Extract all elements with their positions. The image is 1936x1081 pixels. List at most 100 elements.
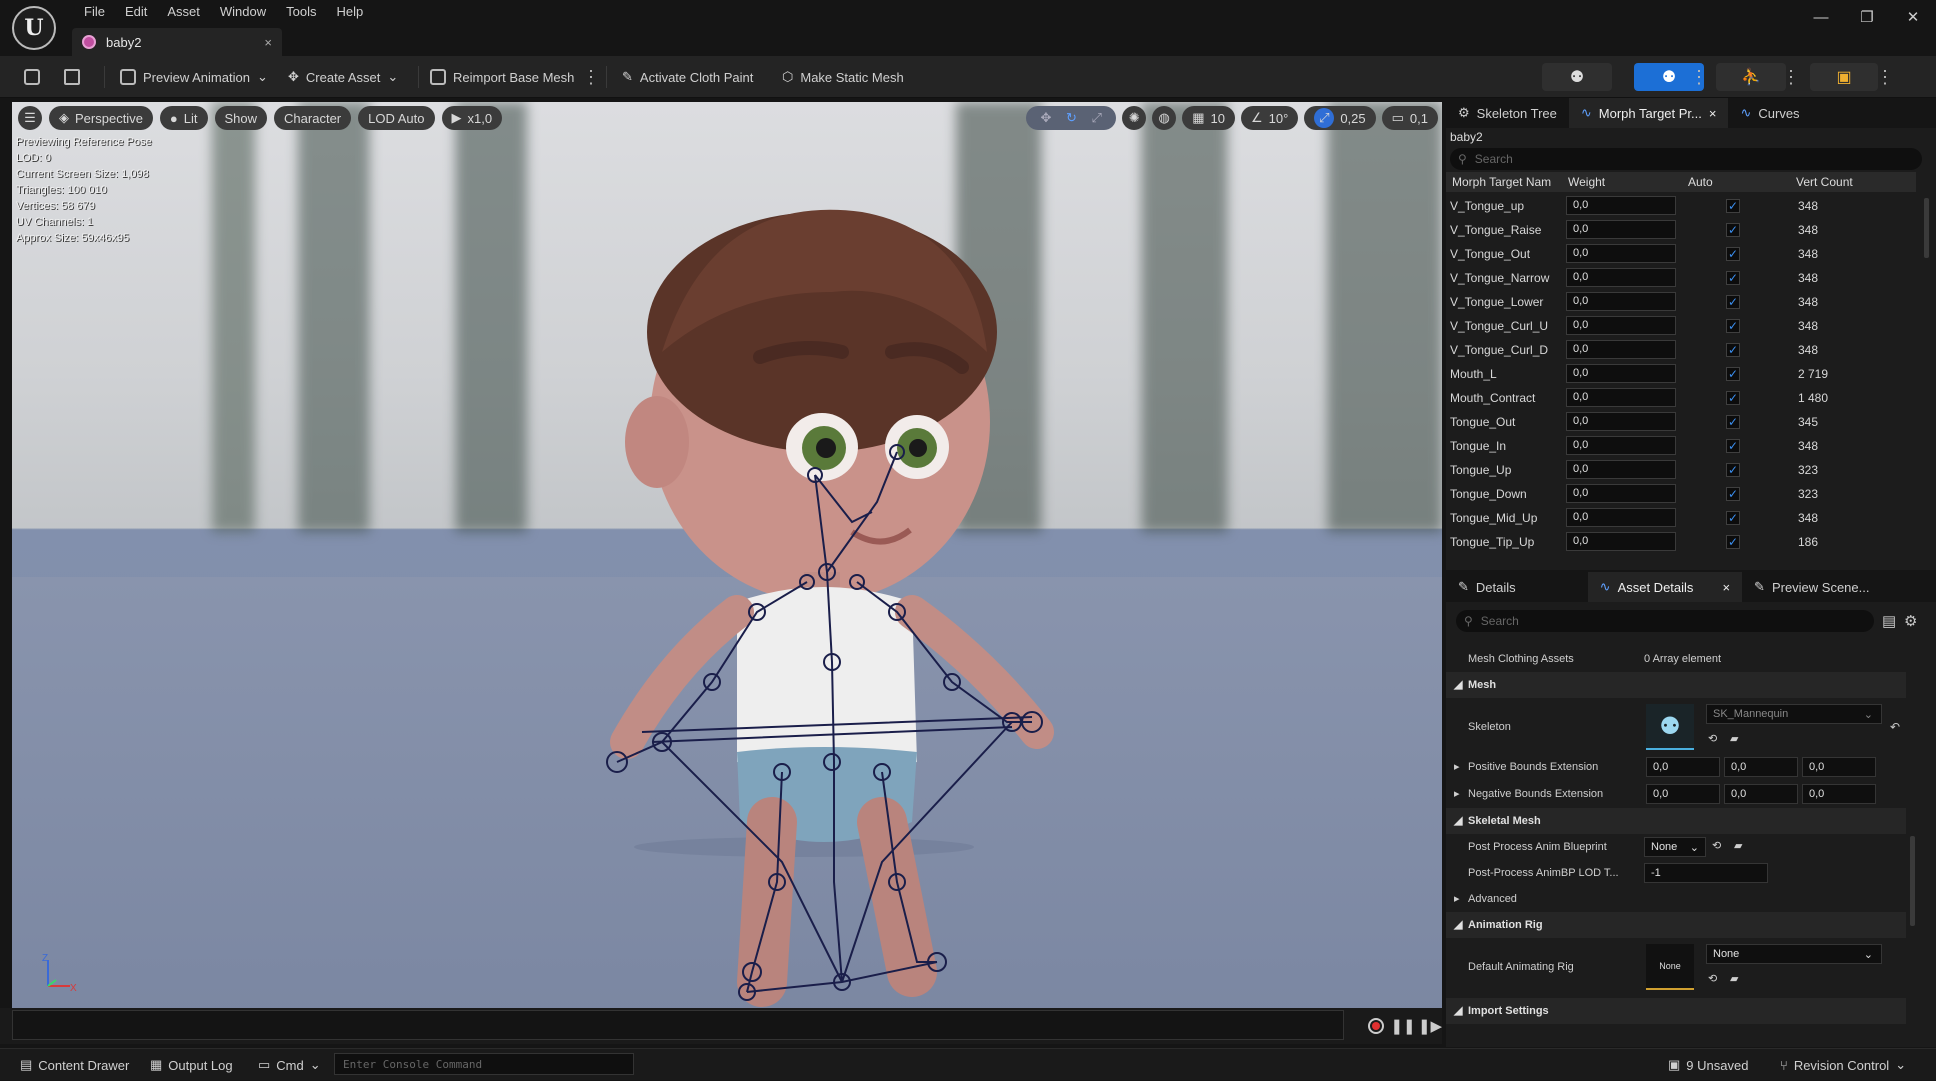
perspective-button[interactable]: ◈ Perspective xyxy=(49,106,153,130)
play-rate-button[interactable]: ▶ x1,0 xyxy=(441,106,503,130)
menu-help[interactable]: Help xyxy=(326,2,373,22)
auto-checkbox[interactable]: ✓ xyxy=(1726,439,1740,453)
animation-mode-options-icon[interactable]: ⋮ xyxy=(1782,63,1800,91)
minimize-icon[interactable]: — xyxy=(1798,0,1844,34)
character-button[interactable]: Character xyxy=(274,106,352,130)
morph-row[interactable]: V_Tongue_Curl_D 0,0 ✓ 348 xyxy=(1446,338,1916,362)
default-rig-thumbnail[interactable]: None xyxy=(1646,944,1694,990)
skeleton-mode-button[interactable]: ⚉ xyxy=(1542,63,1612,91)
menu-asset[interactable]: Asset xyxy=(157,2,210,22)
document-tab[interactable]: baby2 × xyxy=(72,28,282,56)
morph-weight-input[interactable]: 0,0 xyxy=(1566,508,1676,527)
tab-asset-details[interactable]: ∿ Asset Details × xyxy=(1587,572,1743,602)
output-log-button[interactable]: ▦ Output Log xyxy=(150,1049,233,1081)
auto-checkbox[interactable]: ✓ xyxy=(1726,487,1740,501)
category-skeletal-mesh[interactable]: ◢ Skeletal Mesh xyxy=(1446,808,1906,834)
revision-control-button[interactable]: ⑂ Revision Control ⌄ xyxy=(1780,1049,1906,1081)
morph-weight-input[interactable]: 0,0 xyxy=(1566,364,1676,383)
unsaved-button[interactable]: ▣ 9 Unsaved xyxy=(1668,1049,1748,1081)
mesh-mode-options-icon[interactable]: ⋮ xyxy=(1690,63,1708,91)
unreal-logo-icon[interactable]: U xyxy=(12,6,56,50)
morph-weight-input[interactable]: 0,0 xyxy=(1566,412,1676,431)
pause-button[interactable]: ❚❚ xyxy=(1390,1016,1415,1036)
col-name[interactable]: Morph Target Nam xyxy=(1452,175,1551,189)
timeline-scrubber[interactable] xyxy=(12,1010,1344,1040)
pos-bounds-x[interactable]: 0,0 xyxy=(1646,757,1720,777)
morph-row[interactable]: Tongue_Up 0,0 ✓ 323 xyxy=(1446,458,1916,482)
expand-icon[interactable]: ▸ xyxy=(1454,787,1460,800)
col-weight[interactable]: Weight xyxy=(1568,175,1605,189)
auto-checkbox[interactable]: ✓ xyxy=(1726,223,1740,237)
scale-icon[interactable]: ⤢ xyxy=(1092,110,1102,126)
save-button[interactable] xyxy=(24,56,40,98)
morph-weight-input[interactable]: 0,0 xyxy=(1566,532,1676,551)
expand-icon[interactable]: ▸ xyxy=(1454,760,1460,773)
content-drawer-button[interactable]: ▤ Content Drawer xyxy=(20,1049,129,1081)
move-icon[interactable]: ✥ xyxy=(1041,110,1052,126)
tab-preview-scene[interactable]: ✎ Preview Scene... xyxy=(1742,572,1881,602)
browse-folder-icon[interactable]: ▰ xyxy=(1734,839,1742,852)
morph-row[interactable]: Tongue_In 0,0 ✓ 348 xyxy=(1446,434,1916,458)
details-search-input[interactable]: ⚲ Search xyxy=(1456,610,1874,632)
advanced-row[interactable]: ▸ Advanced xyxy=(1446,888,1906,910)
use-selected-icon[interactable]: ⟲ xyxy=(1708,732,1717,745)
morph-weight-input[interactable]: 0,0 xyxy=(1566,388,1676,407)
viewport-menu-button[interactable]: ☰ xyxy=(18,106,42,130)
morph-row[interactable]: Tongue_Tip_Up 0,0 ✓ 186 xyxy=(1446,530,1916,554)
browse-folder-icon[interactable]: ▰ xyxy=(1730,972,1738,985)
morph-weight-input[interactable]: 0,0 xyxy=(1566,316,1676,335)
morph-search-input[interactable]: ⚲ Search xyxy=(1450,148,1922,170)
morph-row[interactable]: Tongue_Out 0,0 ✓ 345 xyxy=(1446,410,1916,434)
morph-row[interactable]: V_Tongue_Raise 0,0 ✓ 348 xyxy=(1446,218,1916,242)
skeleton-thumbnail[interactable]: ⚉ xyxy=(1646,704,1694,750)
tab-skeleton-tree[interactable]: ⚙ Skeleton Tree xyxy=(1446,98,1569,128)
menu-tools[interactable]: Tools xyxy=(276,2,326,22)
preview-animation-button[interactable]: Preview Animation ⌄ xyxy=(120,56,268,98)
lod-button[interactable]: LOD Auto xyxy=(358,106,435,130)
console-input[interactable]: Enter Console Command xyxy=(334,1053,634,1075)
tab-details[interactable]: ✎ Details xyxy=(1446,572,1528,602)
settings-gear-icon[interactable]: ⚙ xyxy=(1904,612,1917,630)
pos-bounds-y[interactable]: 0,0 xyxy=(1724,757,1798,777)
pp-anim-picker[interactable]: None ⌄ xyxy=(1644,837,1706,857)
use-selected-icon[interactable]: ⟲ xyxy=(1708,972,1717,985)
tab-curves[interactable]: ∿ Curves xyxy=(1728,98,1811,128)
col-auto[interactable]: Auto xyxy=(1688,175,1713,189)
close-tab-icon[interactable]: × xyxy=(1722,580,1730,595)
morph-row[interactable]: V_Tongue_Narrow 0,0 ✓ 348 xyxy=(1446,266,1916,290)
neg-bounds-x[interactable]: 0,0 xyxy=(1646,784,1720,804)
category-mesh[interactable]: ◢ Mesh xyxy=(1446,672,1906,698)
morph-weight-input[interactable]: 0,0 xyxy=(1566,340,1676,359)
browse-button[interactable] xyxy=(64,56,80,98)
auto-checkbox[interactable]: ✓ xyxy=(1726,319,1740,333)
morph-weight-input[interactable]: 0,0 xyxy=(1566,292,1676,311)
morph-weight-input[interactable]: 0,0 xyxy=(1566,244,1676,263)
blueprint-mode-button[interactable]: ▣ xyxy=(1810,63,1878,91)
transform-mode-group[interactable]: ✥ ↻ ⤢ xyxy=(1026,106,1117,130)
activate-cloth-paint-button[interactable]: ✎ Activate Cloth Paint xyxy=(622,56,753,98)
morph-row[interactable]: V_Tongue_up 0,0 ✓ 348 xyxy=(1446,194,1916,218)
morph-row[interactable]: Tongue_Mid_Up 0,0 ✓ 348 xyxy=(1446,506,1916,530)
grid-snap-button[interactable]: ▦ 10 xyxy=(1182,106,1235,130)
morph-row[interactable]: Tongue_Down 0,0 ✓ 323 xyxy=(1446,482,1916,506)
auto-checkbox[interactable]: ✓ xyxy=(1726,367,1740,381)
menu-edit[interactable]: Edit xyxy=(115,2,157,22)
make-static-mesh-button[interactable]: ⬡ Make Static Mesh xyxy=(782,56,904,98)
cmd-dropdown[interactable]: ▭ Cmd ⌄ xyxy=(258,1049,321,1081)
skeleton-picker[interactable]: SK_Mannequin ⌄ xyxy=(1706,704,1882,724)
restore-icon[interactable]: ❐ xyxy=(1844,0,1890,34)
rotate-icon[interactable]: ↻ xyxy=(1066,110,1077,126)
close-tab-icon[interactable]: × xyxy=(1709,106,1717,121)
pos-bounds-z[interactable]: 0,0 xyxy=(1802,757,1876,777)
auto-checkbox[interactable]: ✓ xyxy=(1726,391,1740,405)
reset-to-default-icon[interactable]: ↶ xyxy=(1890,720,1900,734)
more-options-icon[interactable]: ⋮ xyxy=(582,63,600,91)
auto-checkbox[interactable]: ✓ xyxy=(1726,463,1740,477)
auto-checkbox[interactable]: ✓ xyxy=(1726,271,1740,285)
record-button[interactable] xyxy=(1366,1016,1386,1036)
reimport-base-mesh-button[interactable]: Reimport Base Mesh xyxy=(430,56,574,98)
table-view-icon[interactable]: ▤ xyxy=(1882,612,1896,630)
morph-weight-input[interactable]: 0,0 xyxy=(1566,436,1676,455)
auto-checkbox[interactable]: ✓ xyxy=(1726,295,1740,309)
auto-checkbox[interactable]: ✓ xyxy=(1726,535,1740,549)
